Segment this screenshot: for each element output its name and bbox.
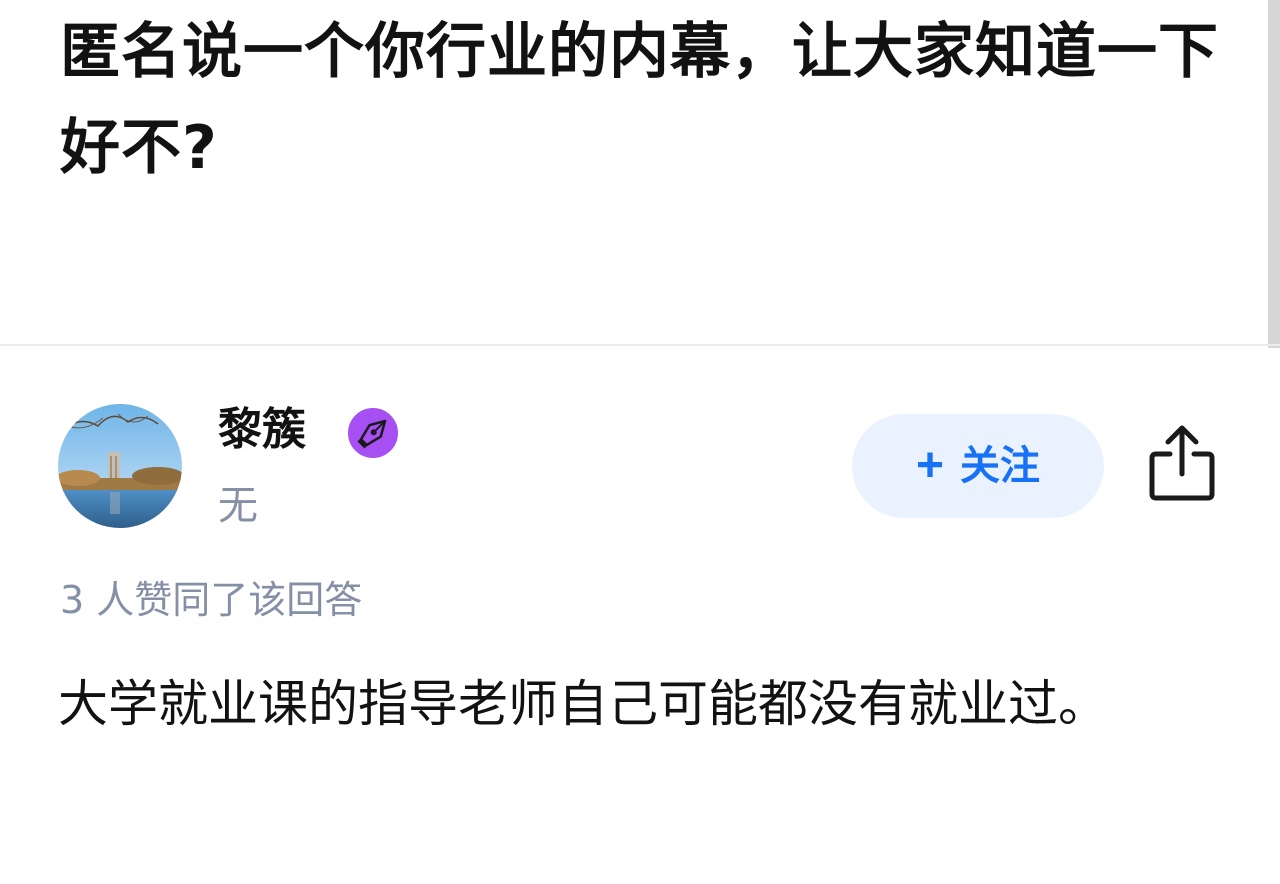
share-icon[interactable] [1146,424,1218,502]
plus-icon: + [915,439,945,492]
pen-nib-badge-icon [344,404,402,462]
answer-card: 黎簇 无 + 关注 3 人赞同了该回答 大学就业课的指导老师自己可能都没有就业过… [0,346,1280,884]
question-title[interactable]: 匿名说一个你行业的内幕，让大家知道一下好不? [60,4,1220,196]
avatar-landscape-photo [58,404,182,528]
follow-button[interactable]: + 关注 [852,414,1104,518]
answer-content[interactable]: 大学就业课的指导老师自己可能都没有就业过。 [58,658,1218,750]
follow-button-label: 关注 [960,444,1041,488]
answer-page: 匿名说一个你行业的内幕，让大家知道一下好不? 黎簇 无 + 关注 3 人赞同了该… [0,0,1280,884]
vote-summary: 3 人赞同了该回答 [60,578,363,622]
scrollbar[interactable] [1268,0,1280,348]
question-header: 匿名说一个你行业的内幕，让大家知道一下好不? [0,0,1280,344]
author-avatar[interactable] [58,404,182,528]
author-bio: 无 [218,483,258,529]
author-name[interactable]: 黎簇 [218,398,306,462]
